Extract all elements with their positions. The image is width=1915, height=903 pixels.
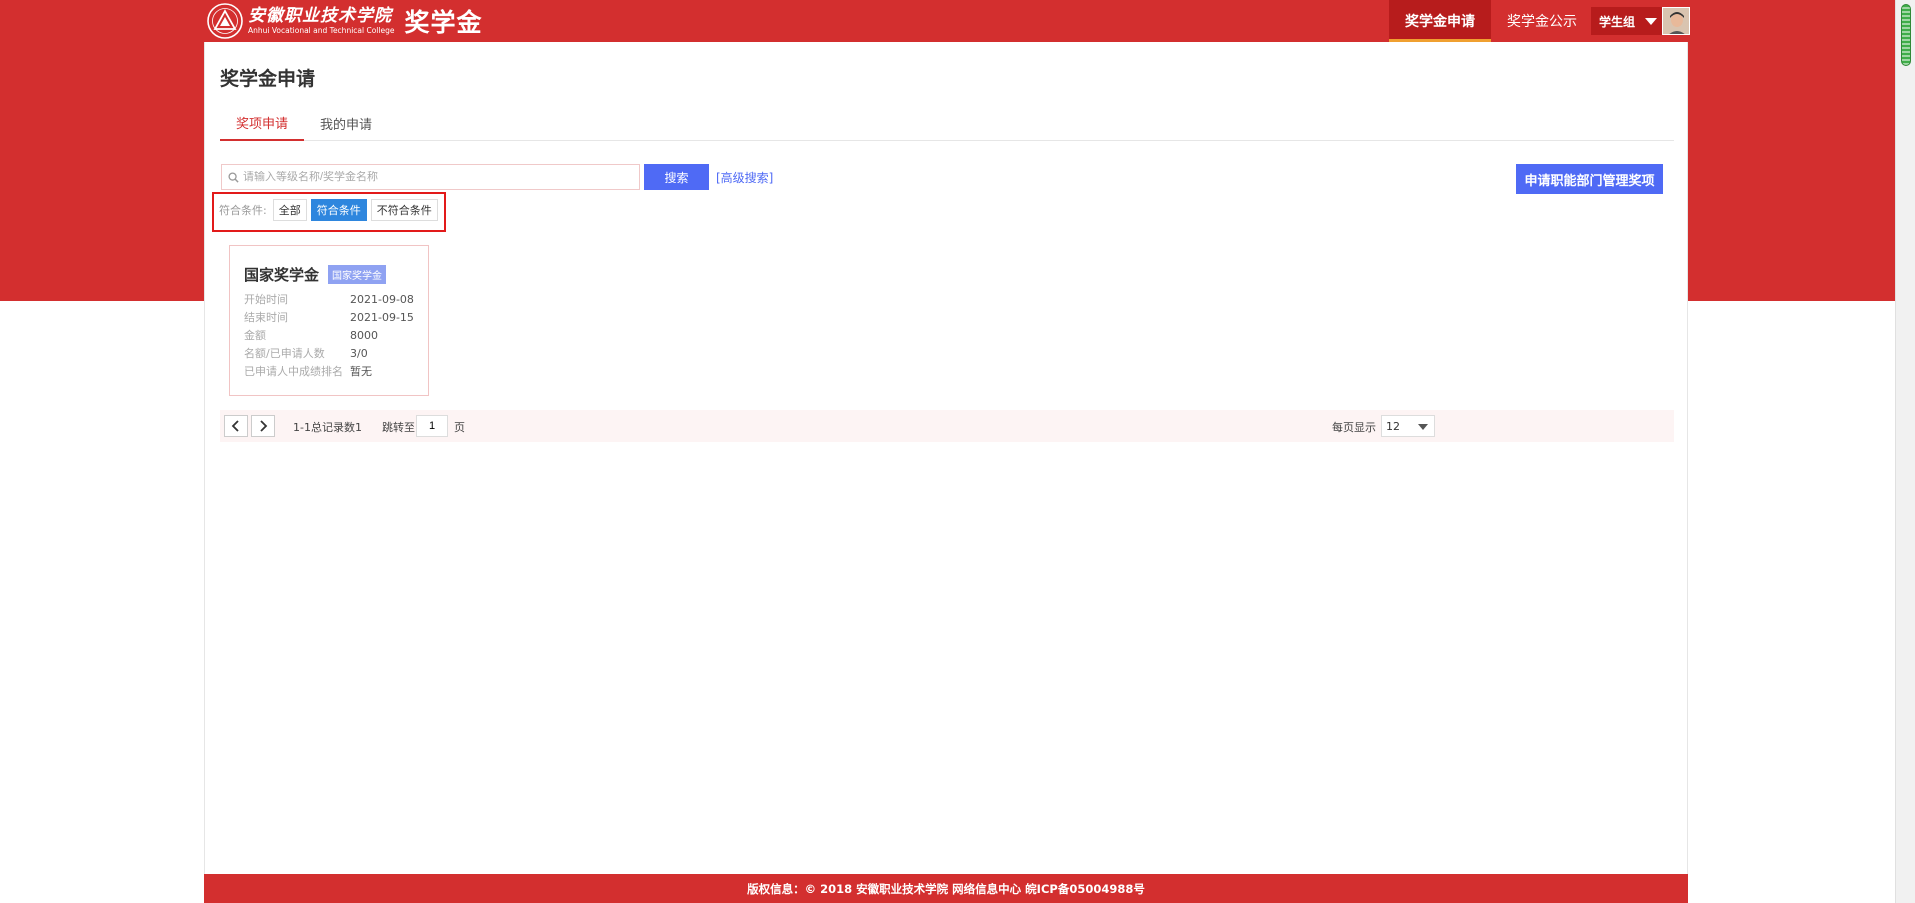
field-value: 8000 — [350, 328, 378, 342]
main-nav: 奖学金申请 奖学金公示 — [1389, 0, 1593, 42]
field-label: 结束时间 — [244, 311, 288, 324]
card-details: 开始时间 2021-09-08 结束时间 2021-09-15 金额 8000 … — [244, 290, 414, 380]
jump-label: 跳转至 — [382, 421, 415, 434]
advanced-search-link[interactable]: [高级搜索] — [716, 169, 773, 186]
vertical-scrollbar[interactable] — [1895, 0, 1915, 903]
tab-bar: 奖项申请 我的申请 — [220, 106, 1674, 141]
logo-text-cn: 安徽职业技术学院 — [248, 6, 392, 26]
per-page-select[interactable]: 12 — [1381, 415, 1435, 437]
college-emblem-icon — [207, 3, 243, 39]
field-label: 开始时间 — [244, 293, 288, 306]
scholarship-card[interactable]: 国家奖学金 国家奖学金 开始时间 2021-09-08 结束时间 2021-09… — [229, 245, 429, 396]
field-value: 3/0 — [350, 346, 368, 360]
filter-eligible[interactable]: 符合条件 — [310, 199, 367, 221]
chevron-right-icon — [260, 420, 268, 432]
scrollbar-thumb[interactable] — [1901, 4, 1911, 66]
field-label: 名额/已申请人数 — [244, 347, 325, 360]
app-title: 奖学金 — [404, 8, 483, 37]
caret-down-icon — [1645, 17, 1658, 25]
apply-department-award-button[interactable]: 申请职能部门管理奖项 — [1516, 164, 1663, 194]
tab-award-apply[interactable]: 奖项申请 — [220, 106, 305, 141]
search-icon — [228, 171, 239, 183]
per-page-value: 12 — [1386, 419, 1400, 433]
field-value: 2021-09-08 — [350, 292, 414, 306]
page-unit-label: 页 — [454, 421, 465, 434]
card-row-start-time: 开始时间 2021-09-08 — [244, 290, 414, 308]
user-role-label: 学生组 — [1599, 14, 1636, 29]
card-row-amount: 金额 8000 — [244, 326, 414, 344]
chevron-left-icon — [231, 420, 239, 432]
search-input[interactable] — [243, 171, 633, 183]
eligibility-filter: 符合条件: 全部 符合条件 不符合条件 — [219, 199, 442, 221]
nav-scholarship-apply[interactable]: 奖学金申请 — [1389, 0, 1491, 42]
card-row-ranking: 已申请人中成绩排名 暂无 — [244, 362, 414, 380]
tab-my-applications[interactable]: 我的申请 — [304, 106, 388, 141]
card-title: 国家奖学金 — [244, 266, 320, 284]
card-row-end-time: 结束时间 2021-09-15 — [244, 308, 414, 326]
avatar[interactable] — [1662, 7, 1690, 35]
search-button[interactable]: 搜索 — [644, 164, 709, 190]
footer: 版权信息：© 2018 安徽职业技术学院 网络信息中心 皖ICP备0500498… — [204, 874, 1688, 903]
top-header: 安徽职业技术学院 Anhui Vocational and Technical … — [204, 0, 1690, 42]
prev-page-button[interactable] — [224, 415, 248, 437]
card-row-quota: 名额/已申请人数 3/0 — [244, 344, 414, 362]
user-avatar-icon — [1663, 8, 1689, 34]
card-tag: 国家奖学金 — [328, 265, 387, 284]
field-value: 暂无 — [350, 365, 372, 378]
dropdown-arrow-icon — [1418, 424, 1428, 430]
college-logo[interactable]: 安徽职业技术学院 Anhui Vocational and Technical … — [206, 3, 482, 39]
search-field[interactable] — [221, 164, 640, 190]
record-summary: 1-1总记录数1 — [293, 421, 362, 434]
filter-ineligible[interactable]: 不符合条件 — [370, 199, 438, 221]
filter-all[interactable]: 全部 — [272, 199, 307, 221]
filter-label: 符合条件: — [219, 204, 267, 217]
field-value: 2021-09-15 — [350, 310, 414, 324]
field-label: 已申请人中成绩排名 — [244, 365, 343, 378]
user-menu[interactable]: 学生组 — [1591, 7, 1690, 35]
next-page-button[interactable] — [251, 415, 275, 437]
nav-scholarship-publicity[interactable]: 奖学金公示 — [1491, 0, 1593, 42]
field-label: 金额 — [244, 329, 266, 342]
jump-page-input[interactable] — [416, 415, 448, 437]
main-panel: 奖学金申请 奖项申请 我的申请 搜索 [高级搜索] 申请职能部门管理奖项 符合条… — [204, 42, 1688, 874]
page-title: 奖学金申请 — [220, 68, 316, 90]
logo-text-en: Anhui Vocational and Technical College — [248, 26, 395, 35]
pagination-bar: 1-1总记录数1 跳转至 页 每页显示 12 — [220, 410, 1674, 442]
per-page-label: 每页显示 — [1332, 421, 1376, 434]
